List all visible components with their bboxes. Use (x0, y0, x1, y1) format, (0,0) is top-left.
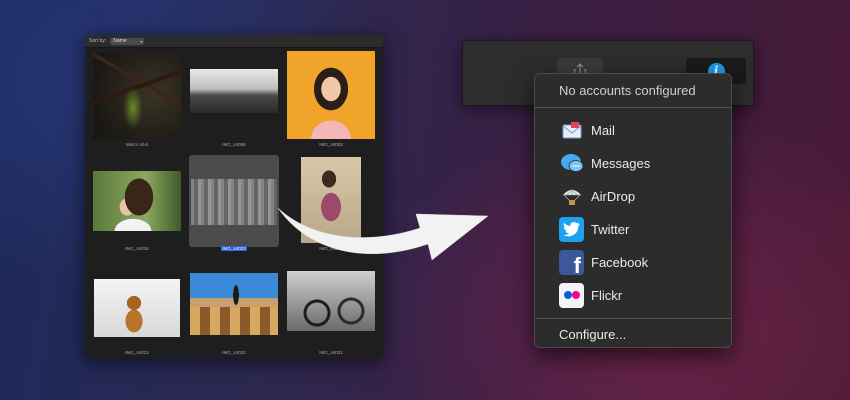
chevron-down-icon: ▾ (140, 38, 143, 44)
photo-thumbnail (94, 279, 180, 337)
mail-icon (559, 118, 584, 143)
photo-caption: IMG_44036 (125, 246, 149, 251)
menu-item-label: Messages (591, 155, 651, 171)
menu-item-label: Twitter (591, 221, 630, 237)
photo-cell[interactable]: IMG_44023 (92, 259, 182, 355)
sort-value: Name (113, 38, 127, 44)
photo-caption: IMG_44033 (221, 246, 247, 251)
menu-item-twitter[interactable]: Twitter (559, 215, 629, 243)
photo-cell[interactable]: Macro shot (92, 51, 182, 147)
menu-item-label: AirDrop (591, 188, 636, 204)
photo-thumbnail (287, 271, 375, 331)
messages-icon (559, 151, 584, 176)
photo-caption: IMG_44056 (222, 142, 246, 147)
facebook-icon: f (559, 249, 584, 275)
menu-item-mail[interactable]: Mail (559, 116, 615, 144)
share-menu: No accounts configured Mail Messages Air… (534, 73, 732, 348)
photo-caption: IMG_44023 (125, 350, 149, 355)
menu-item-airdrop[interactable]: AirDrop (559, 182, 635, 210)
photo-cell-selected[interactable]: IMG_44033 (189, 155, 279, 251)
menu-separator (535, 318, 731, 319)
menu-item-label: Flickr (591, 287, 623, 303)
menu-item-messages[interactable]: Messages (559, 149, 650, 177)
photo-thumbnail (93, 171, 181, 231)
configure-menu-item[interactable]: Configure... (559, 327, 626, 342)
sort-select[interactable]: Name ▾ (110, 37, 145, 45)
sort-label: Sort by: (89, 38, 107, 44)
photo-thumbnail (190, 69, 278, 113)
photo-cell[interactable]: IMG_44021 (286, 259, 376, 355)
menu-item-facebook[interactable]: f Facebook (559, 248, 648, 276)
photo-caption: Macro shot (125, 142, 149, 147)
photo-caption: IMG_44021 (319, 350, 343, 355)
menu-separator (535, 107, 731, 108)
photo-thumbnail (191, 179, 277, 225)
photo-cell[interactable]: IMG_44056 (189, 51, 279, 147)
photo-cell[interactable]: IMG_44022 (189, 259, 279, 355)
menu-item-label: Mail (591, 122, 615, 138)
curved-arrow-icon (277, 207, 489, 261)
flickr-icon (559, 282, 584, 308)
photo-thumbnail (93, 53, 181, 139)
airdrop-icon (559, 184, 584, 209)
photo-caption: IMG_44053 (319, 142, 343, 147)
menu-item-label: Facebook (591, 254, 649, 270)
twitter-icon (559, 216, 584, 242)
photo-thumbnail (287, 51, 375, 139)
photo-caption: IMG_44022 (222, 350, 246, 355)
photo-thumbnail (190, 273, 278, 335)
menu-header: No accounts configured (559, 83, 696, 98)
sort-bar: Sort by: Name ▾ (85, 35, 383, 48)
photo-cell[interactable]: IMG_44053 (286, 51, 376, 147)
photo-cell[interactable]: IMG_44036 (92, 155, 182, 251)
menu-item-flickr[interactable]: Flickr (559, 281, 622, 309)
